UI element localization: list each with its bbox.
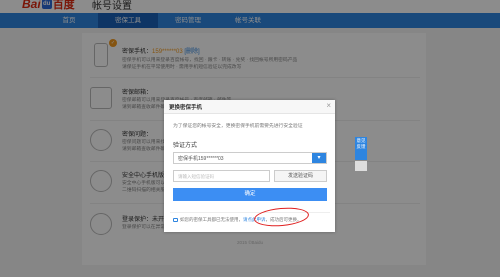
- dialog-title: 更换密保手机: [169, 105, 203, 111]
- dialog-description: 为了保证您的帐号安全，更换密保手机前需要先进行安全验证: [173, 124, 303, 129]
- dialog-header: 更换密保手机 ×: [164, 100, 335, 114]
- change-phone-dialog: 更换密保手机 × 为了保证您的帐号安全，更换密保手机前需要先进行安全验证 验证方…: [164, 100, 335, 232]
- sms-code-placeholder: 请输入短信验证码: [178, 174, 214, 179]
- annotation-circle: [253, 205, 310, 229]
- confirm-button[interactable]: 确定: [173, 188, 327, 201]
- appeal-text: 如您的密保工具都已无法使用，: [180, 217, 243, 222]
- verify-method-label: 验证方式: [173, 143, 198, 149]
- message-icon: [173, 217, 178, 222]
- feedback-tab[interactable]: 意见反馈: [355, 137, 367, 160]
- chevron-down-icon[interactable]: ▾: [312, 153, 326, 163]
- scroll-top-button[interactable]: [355, 161, 367, 171]
- close-icon[interactable]: ×: [326, 102, 331, 110]
- sms-code-input[interactable]: 请输入短信验证码: [173, 170, 270, 182]
- verify-method-select[interactable]: 密保手机159******03 ▾: [173, 152, 327, 164]
- send-code-button[interactable]: 发送验证码: [274, 170, 327, 182]
- verify-method-value: 密保手机159******03: [178, 156, 224, 162]
- feedback-label: 意见反馈: [356, 138, 366, 149]
